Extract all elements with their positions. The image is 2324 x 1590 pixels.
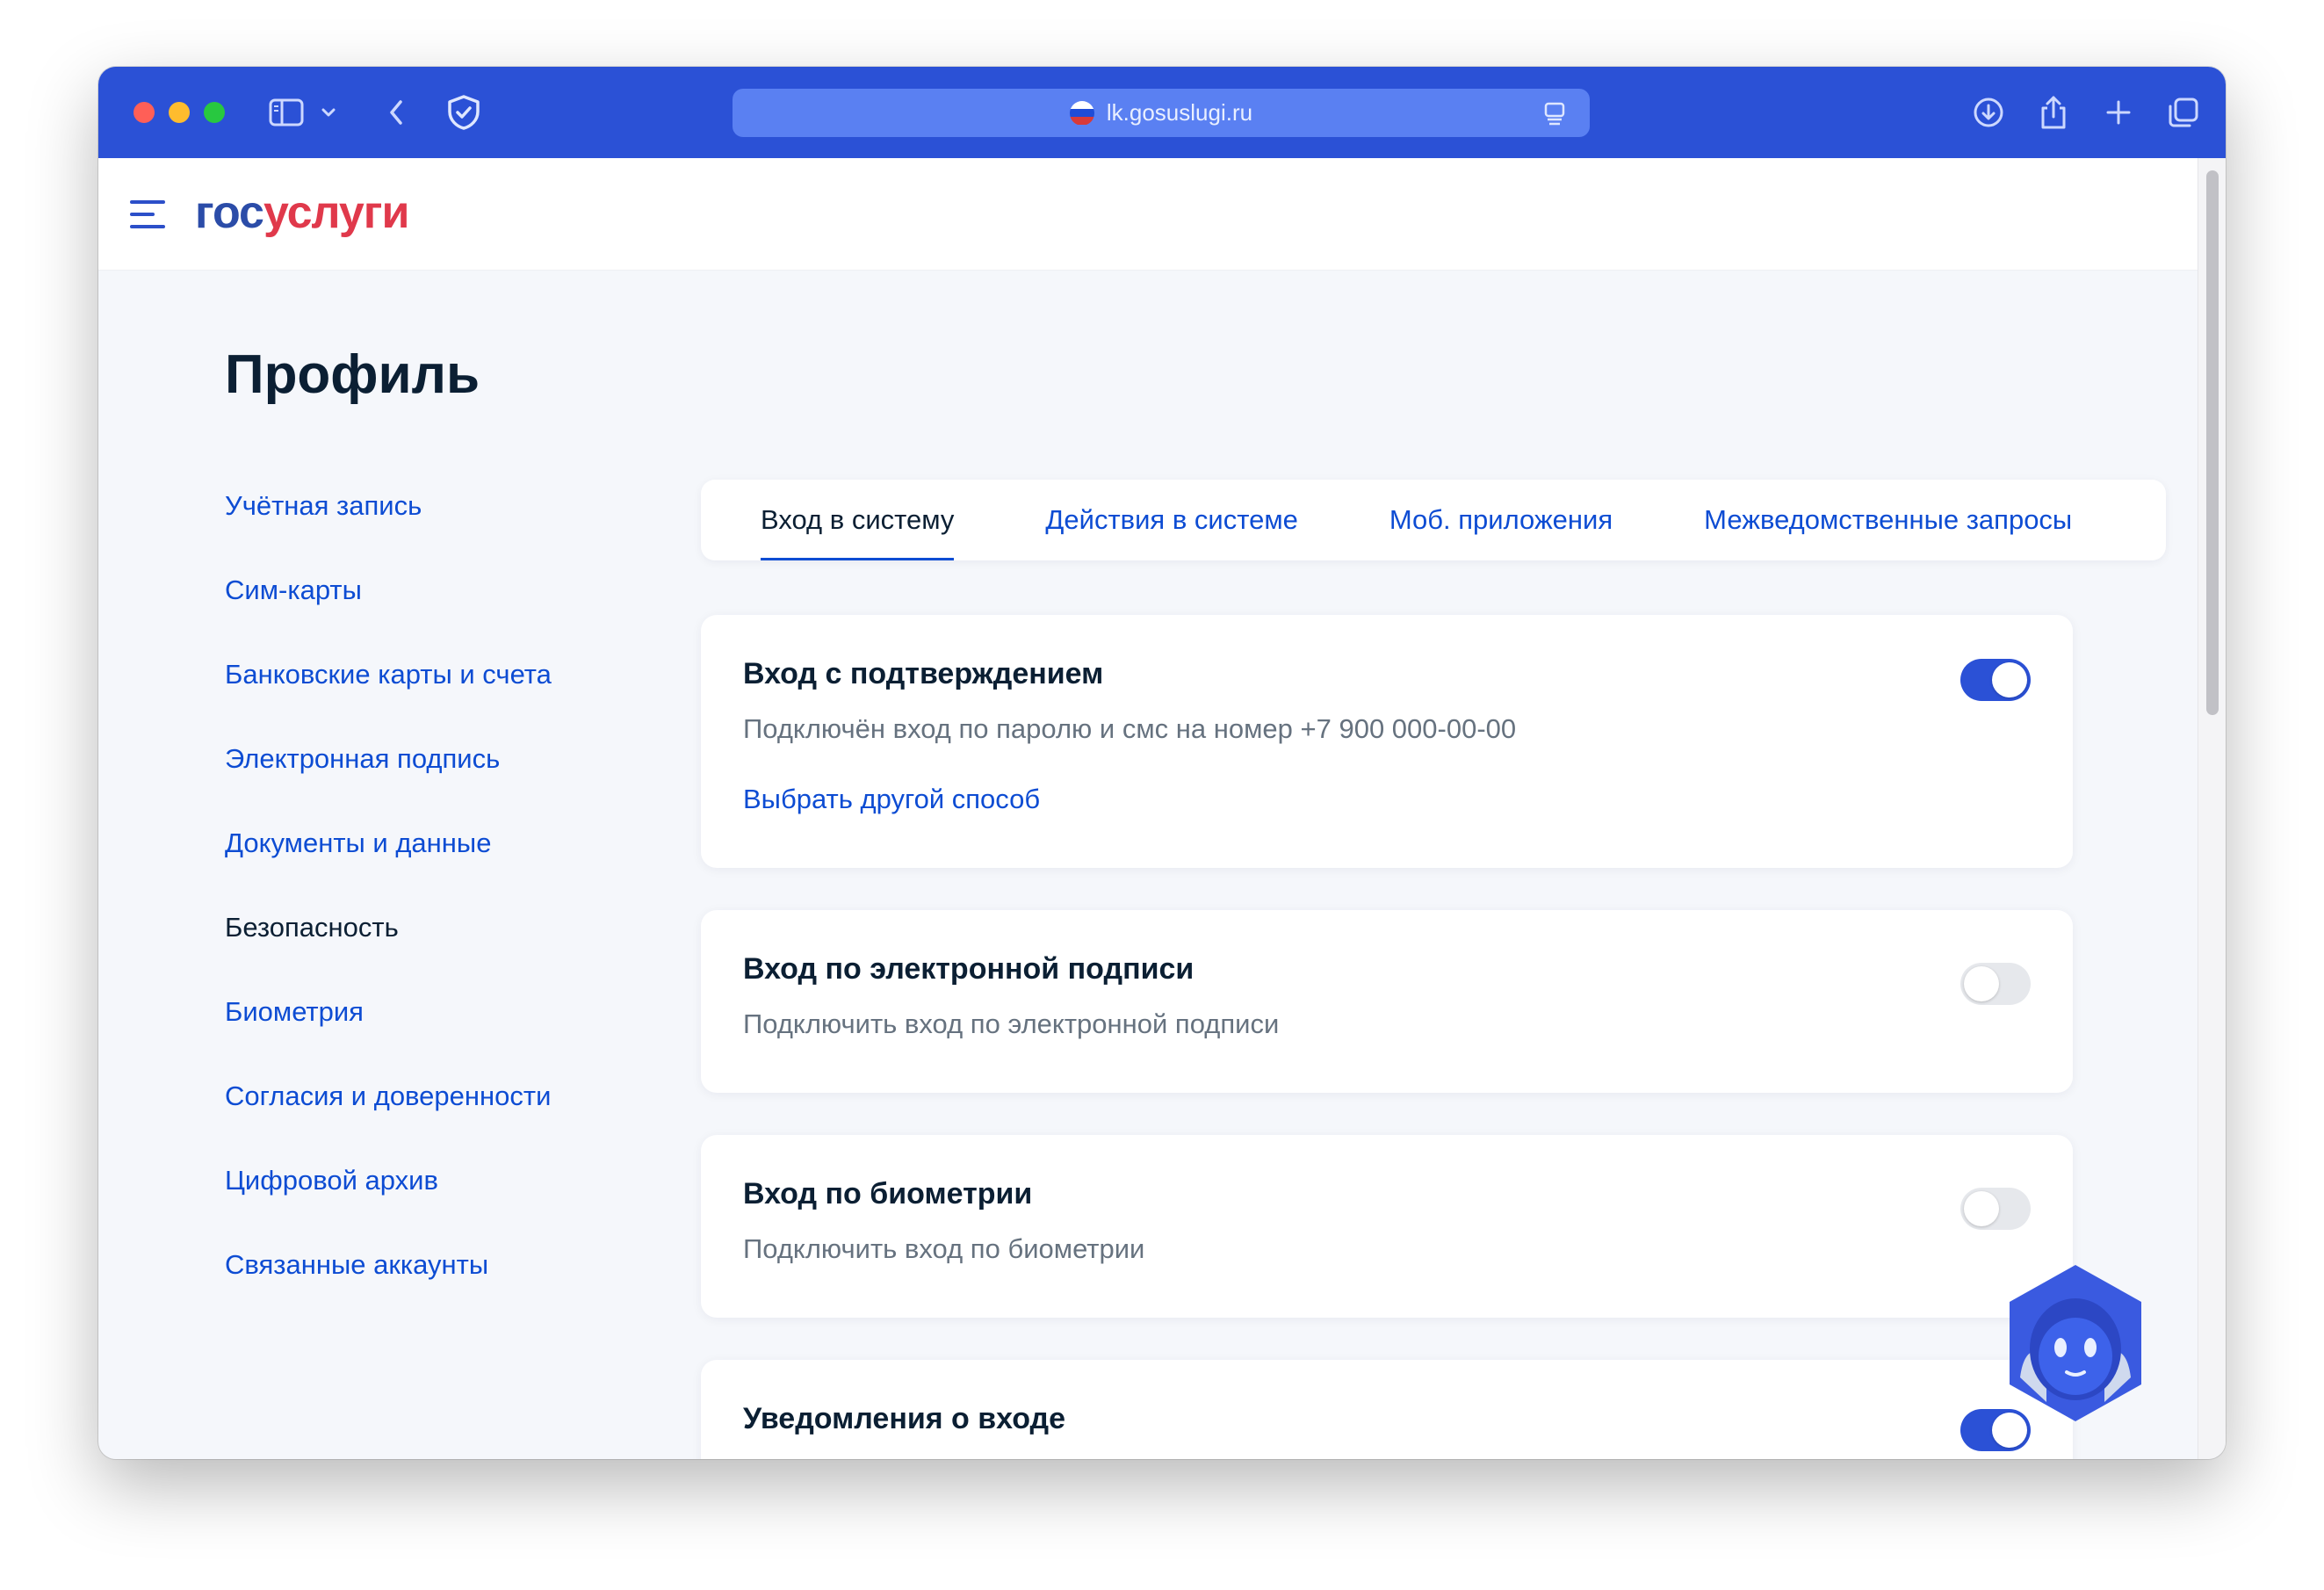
card-description: Подключён вход по паролю и смс на номер … — [743, 713, 1517, 744]
close-window-button[interactable] — [134, 102, 155, 123]
tabs-icon[interactable] — [2162, 91, 2205, 134]
card-description: Подключить вход по биометрии — [743, 1233, 1145, 1264]
biometrics-login-toggle[interactable] — [1960, 1188, 2031, 1230]
download-icon[interactable] — [1967, 91, 2010, 134]
login-notifications-card: Уведомления о входе — [701, 1360, 2073, 1459]
shield-icon[interactable] — [443, 91, 485, 134]
profile-sidebar-nav: Учётная запись Сим-карты Банковские карт… — [225, 488, 552, 1332]
gosuslugi-logo[interactable]: госуслуги — [195, 186, 409, 239]
toggle-knob — [1964, 966, 1999, 1001]
chevron-down-icon[interactable] — [314, 91, 343, 134]
tab-mobile-apps[interactable]: Моб. приложения — [1389, 480, 1613, 560]
logo-part-uslugi: услуги — [263, 187, 409, 238]
share-icon[interactable] — [2032, 91, 2075, 134]
tab-login[interactable]: Вход в систему — [761, 480, 955, 560]
menu-icon[interactable] — [130, 200, 165, 228]
sidebar-item-digital-archive[interactable]: Цифровой архив — [225, 1163, 552, 1247]
sidebar-item-e-signature[interactable]: Электронная подпись — [225, 741, 552, 826]
card-title: Вход по электронной подписи — [743, 952, 1194, 986]
browser-window: lk.gosuslugi.ru госуслуги Профиль Учётна… — [98, 67, 2226, 1459]
toggle-knob — [1992, 662, 2027, 697]
sidebar-item-documents[interactable]: Документы и данные — [225, 826, 552, 910]
assistant-robot-icon[interactable] — [2001, 1261, 2150, 1428]
card-description: Подключить вход по электронной подписи — [743, 1008, 1280, 1039]
reader-icon[interactable] — [1541, 99, 1569, 127]
sidebar-item-account[interactable]: Учётная запись — [225, 488, 552, 573]
security-tabs: Вход в систему Действия в системе Моб. п… — [701, 480, 2166, 560]
page-title: Профиль — [225, 344, 480, 405]
toggle-knob — [1964, 1191, 1999, 1226]
card-title: Уведомления о входе — [743, 1402, 1066, 1435]
logo-part-gos: гос — [195, 187, 264, 238]
biometrics-login-card: Вход по биометрии Подключить вход по био… — [701, 1135, 2073, 1318]
site-header: госуслуги — [98, 158, 2198, 271]
card-title: Вход с подтверждением — [743, 657, 1104, 690]
e-signature-login-card: Вход по электронной подписи Подключить в… — [701, 910, 2073, 1093]
tab-system-actions[interactable]: Действия в системе — [1045, 480, 1297, 560]
sidebar-item-linked-accounts[interactable]: Связанные аккаунты — [225, 1247, 552, 1332]
sidebar-item-consents[interactable]: Согласия и доверенности — [225, 1079, 552, 1163]
browser-toolbar: lk.gosuslugi.ru — [98, 67, 2226, 158]
minimize-window-button[interactable] — [169, 102, 190, 123]
back-icon[interactable] — [376, 91, 418, 134]
sidebar-icon[interactable] — [265, 91, 307, 134]
zoom-window-button[interactable] — [204, 102, 225, 123]
plus-icon[interactable] — [2097, 91, 2140, 134]
russia-flag-icon — [1069, 100, 1094, 126]
scrollbar-thumb[interactable] — [2206, 170, 2219, 715]
card-title: Вход по биометрии — [743, 1177, 1033, 1211]
sidebar-item-biometrics[interactable]: Биометрия — [225, 994, 552, 1079]
e-signature-login-toggle[interactable] — [1960, 963, 2031, 1005]
sidebar-item-bank-cards[interactable]: Банковские карты и счета — [225, 657, 552, 741]
address-bar[interactable]: lk.gosuslugi.ru — [733, 89, 1590, 137]
choose-another-method-link[interactable]: Выбрать другой способ — [743, 784, 1040, 815]
login-confirmation-toggle[interactable] — [1960, 659, 2031, 701]
sidebar-item-sim-cards[interactable]: Сим-карты — [225, 573, 552, 657]
url-text: lk.gosuslugi.ru — [1106, 99, 1253, 126]
tab-interagency-requests[interactable]: Межведомственные запросы — [1704, 480, 2072, 560]
login-confirmation-card: Вход с подтверждением Подключён вход по … — [701, 615, 2073, 868]
sidebar-item-security[interactable]: Безопасность — [225, 910, 552, 994]
